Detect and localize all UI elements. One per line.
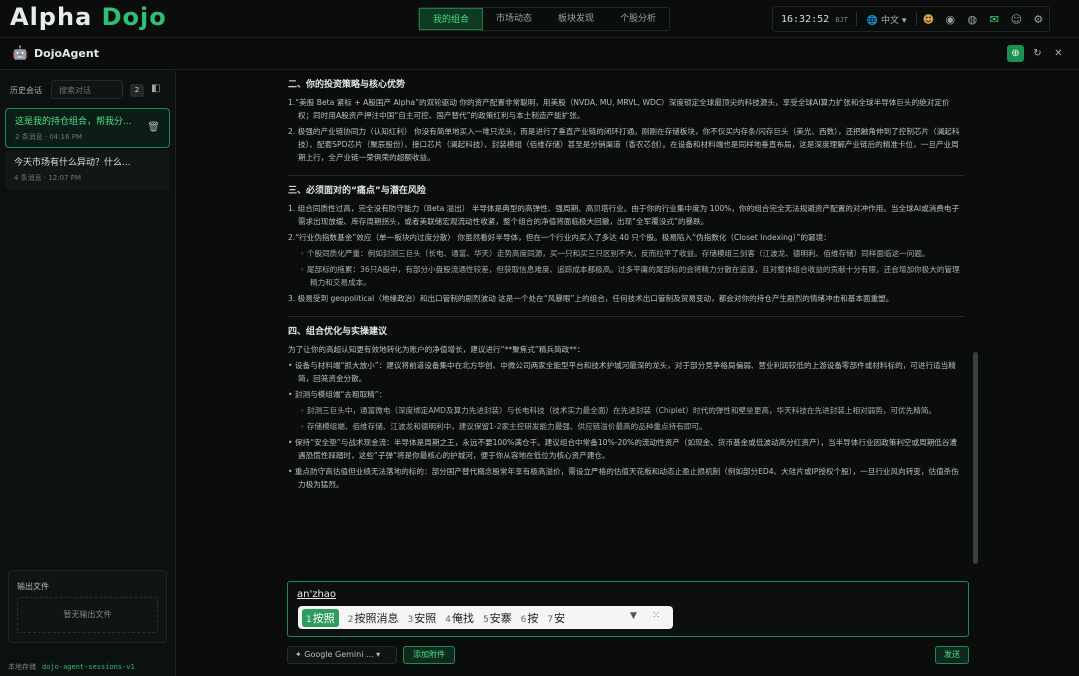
paragraph: 2. 极强的产业链协同力（认知红利） 你没有简单地买入一堆只龙头，而是进行了垂直… [288,127,960,162]
ime-candidate[interactable]: 2按照消息 [348,610,399,626]
session-item[interactable]: 这是我的持仓组合，帮我分... 2 条消息 · 04:16 PM 🗑 [5,108,170,148]
section-risks: 三、必须面对的“痛点”与潜在风险 1. 组合同质性过高，完全没有防守能力（Bet… [288,184,964,305]
search-input[interactable]: 搜索对话 [51,80,123,99]
send-button[interactable]: 发送 [935,646,969,664]
sub-bullet: ◦ 存储模组端、佰维存储、江波龙和德明利中，建议保留1-2家主控研发能力最强、供… [300,422,707,431]
session-title: 这是我的持仓组合，帮我分... [15,117,132,127]
paragraph: 1. 组合同质性过高，完全没有防守能力（Beta 溢出） 半导体是典型的高弹性、… [288,204,960,226]
bullet: • 保持“安全垫”与战术现金流：半导体是周期之王，永远不要100%满仓干。建议组… [288,438,958,460]
section-advice: 四、组合优化与实操建议 为了让你的高超认知更有效地转化为账户的净值增长，建议进行… [288,325,964,491]
output-files-title: 输出文件 [17,582,49,591]
section-heading: 三、必须面对的“痛点”与潜在风险 [288,186,426,196]
output-files-empty: 暂无输出文件 [17,597,158,633]
refresh-icon[interactable]: ↻ [1029,45,1046,62]
clock: 16:32:52 BJT [781,13,848,25]
avatar-icon[interactable]: ☻ [917,8,939,30]
section-heading: 二、你的投资策略与核心优势 [288,80,406,90]
section-strategy: 二、你的投资策略与核心优势 1.“美股 Beta 紧标 + A股国产 Alpha… [288,78,964,164]
history-label: 历史会话 [10,86,42,95]
bullet: • 设备与材料端“抓大放小”：建议将前道设备集中在北方华创、中微公司两家全能型平… [288,361,956,383]
paragraph: 为了让你的高超认知更有效地转化为账户的净值增长，建议进行“**聚焦式”精兵简政*… [288,345,585,354]
agent-name: DojoAgent [34,47,99,60]
chat-message: 二、你的投资策略与核心优势 1.“美股 Beta 紧标 + A股国产 Alpha… [288,78,964,574]
paragraph: 3. 极易受到 geopolitical（地缘政治）和出口管制的剧烈波动 这是一… [288,294,894,303]
ime-candidate[interactable]: 5安寨 [483,610,512,626]
session-title: 今天市场有什么异动？什么... [14,158,131,168]
section-heading: 四、组合优化与实操建议 [288,327,388,337]
discord-icon[interactable]: ◍ [961,8,983,30]
local-storage-note: 本地存储 dojo-agent-sessions-v1 [8,663,135,671]
chevron-down-icon[interactable]: ▼ [630,611,637,621]
sub-bullet: ◦ 个股同质化严重：例如封测三巨头（长电、通富、华天）走势高度同源，买一只和买三… [300,249,930,258]
session-count-badge: 2 [130,84,144,97]
top-bar: Alpha Dojo 我的组合 市场动态 板块发现 个股分析 16:32:52 … [0,0,1079,38]
language-selector[interactable]: 🌐 中文 ▾ [857,13,916,26]
ime-candidate[interactable]: 6按 [521,610,539,626]
history-sidebar: 历史会话 搜索对话 2 ◧ 这是我的持仓组合，帮我分... 2 条消息 · 04… [0,71,176,676]
ime-candidate[interactable]: 7安 [547,610,565,626]
model-selector[interactable]: ✦ Google Gemini ... ▾ [287,646,397,664]
paragraph: 2.“行业伪指数基金”效应（单一板块内过度分散） 你虽然看好半导体，但在一个行业… [288,233,831,242]
tab-portfolio[interactable]: 我的组合 [419,8,484,30]
grid-icon[interactable]: ⁙ [652,610,660,621]
session-meta: 2 条消息 · 04:16 PM [15,133,83,141]
paragraph: 1.“美股 Beta 紧标 + A股国产 Alpha”的双轮驱动 你的资产配置非… [288,98,950,120]
bullet: • 重点防守高估值但业绩无法落地的标的：部分国产替代概念股常年享有极高溢价，需设… [288,467,959,489]
app-logo[interactable]: Alpha Dojo [10,3,167,31]
status-bar: 16:32:52 BJT 🌐 中文 ▾ ☻ ◉ ◍ ✉ ☺ ⚙ [772,6,1051,32]
close-icon[interactable]: ✕ [1050,45,1067,62]
collapse-sidebar-icon[interactable]: ◧ [151,83,160,94]
ime-candidate-bar: 1按照 2按照消息 3安照 4俺找 5安寨 6按 7安 ▼ ⁙ [298,606,673,629]
composing-text: an'zhao [297,589,337,600]
message-input[interactable]: an'zhao 1按照 2按照消息 3安照 4俺找 5安寨 6按 7安 ▼ ⁙ [287,581,969,637]
add-attachment-button[interactable]: 添加附件 [403,646,455,664]
robot-icon: 🤖 [12,46,29,61]
session-meta: 4 条消息 · 12:07 PM [14,174,82,182]
user-icon[interactable]: ☺ [1005,8,1027,30]
tab-sector[interactable]: 板块发现 [545,8,607,30]
scrollbar[interactable] [973,352,978,564]
session-item[interactable]: 今天市场有什么异动？什么... 4 条消息 · 12:07 PM [5,150,170,190]
ime-candidate[interactable]: 4俺找 [445,610,474,626]
wechat-icon[interactable]: ✉ [983,8,1005,30]
tab-stock[interactable]: 个股分析 [607,8,669,30]
trash-icon[interactable]: 🗑 [147,122,160,133]
main-nav: 我的组合 市场动态 板块发现 个股分析 [418,7,671,31]
tab-market[interactable]: 市场动态 [483,8,545,30]
bullet: • 封测与模组端“去粗取精”： [288,390,387,399]
agent-header: 🤖 DojoAgent ⊕ ↻ ✕ [0,38,1079,70]
settings-icon[interactable]: ⚙ [1027,8,1049,30]
new-chat-icon[interactable]: ⊕ [1007,45,1024,62]
ime-candidate[interactable]: 3安照 [407,610,436,626]
sub-bullet: ◦ 尾部标的拖累：36只A股中，有部分小盘股流通性较差，但获取信息难度、追踪成本… [300,265,960,287]
github-icon[interactable]: ◉ [939,8,961,30]
sub-bullet: ◦ 封测三巨头中，通富微电（深度绑定AMD及算力先进封装）与长电科技（技术实力最… [300,406,937,415]
ime-candidate[interactable]: 1按照 [302,608,339,627]
output-files-panel: 输出文件 暂无输出文件 [8,570,167,643]
